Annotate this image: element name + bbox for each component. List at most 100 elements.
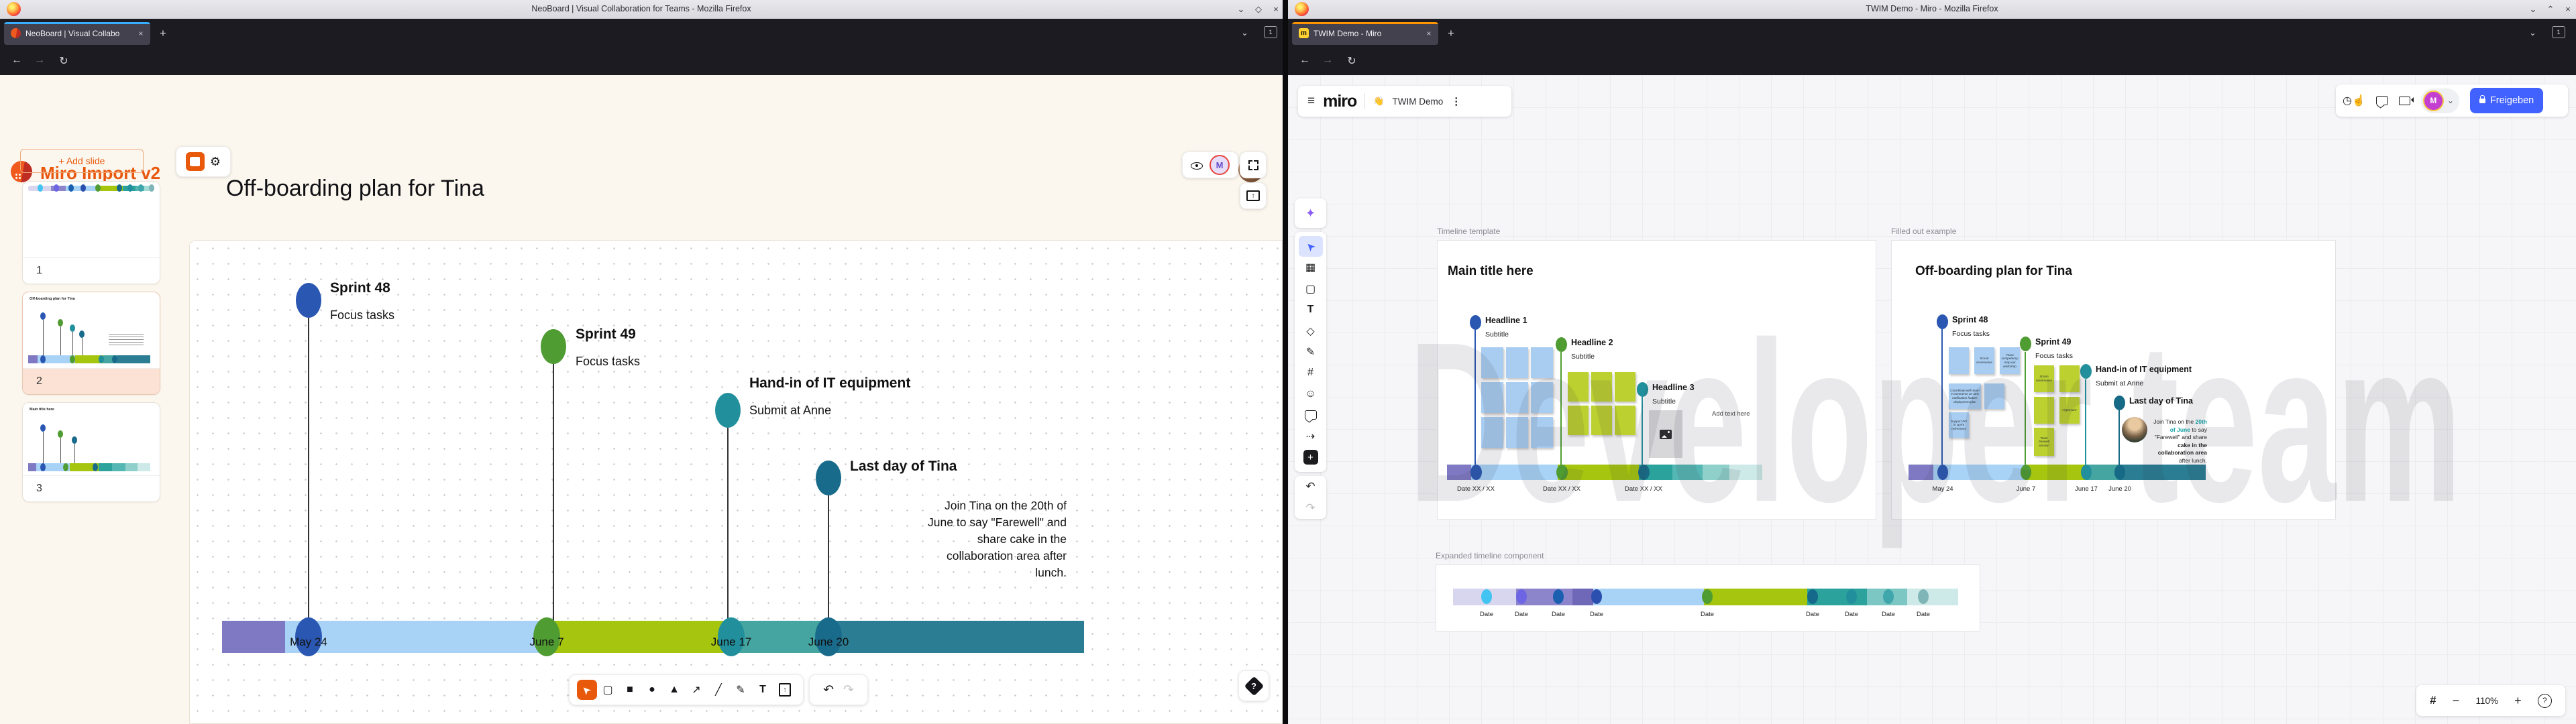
titlebar[interactable]: TWIM Demo - Miro - Mozilla Firefox ⌄ ⌃ × <box>1288 0 2576 19</box>
list-tabs-icon[interactable]: ⌄ <box>2529 27 2536 38</box>
headline[interactable]: Headline 3 <box>1652 383 1695 392</box>
sticky-note[interactable] <box>1615 372 1635 402</box>
close-button[interactable]: × <box>1269 3 1283 16</box>
select-tool[interactable]: ➤ <box>1299 236 1323 257</box>
help-icon[interactable]: ? <box>2538 694 2552 708</box>
headline[interactable]: Headline 1 <box>1485 316 1527 325</box>
pen-tool[interactable]: ✎ <box>1295 341 1326 362</box>
event-title[interactable]: Sprint 49 <box>576 326 636 343</box>
sticky-note[interactable] <box>1531 347 1553 378</box>
sticky-note[interactable] <box>2059 365 2080 392</box>
event-note[interactable]: Join Tina on the 20th ofJune to say "Far… <box>892 497 1067 581</box>
reload-button[interactable]: ↻ <box>55 54 72 68</box>
back-button[interactable]: ← <box>8 54 25 66</box>
headline-subtitle[interactable]: Submit at Anne <box>2096 379 2143 387</box>
sticky-note[interactable] <box>1949 347 1969 374</box>
select-tool[interactable]: ➤ <box>577 680 597 700</box>
sticky-note[interactable]: Hypercare <box>2059 397 2080 424</box>
headline-subtitle[interactable]: Subtitle <box>1652 398 1676 406</box>
undo-icon[interactable]: ↶ <box>1305 480 1315 493</box>
sticky-note[interactable] <box>1531 382 1553 413</box>
new-tab-button[interactable]: + <box>160 27 166 40</box>
zoom-out-icon[interactable]: − <box>2453 694 2460 708</box>
sticky-note[interactable] <box>1531 417 1553 448</box>
minimize-button[interactable]: ⌄ <box>1234 3 1248 16</box>
tab-neoboard[interactable]: NeoBoard | Visual Collabo × <box>4 22 150 45</box>
event-subtitle[interactable]: Focus tasks <box>330 308 394 322</box>
sticky-note[interactable] <box>1481 347 1503 378</box>
sticky-note[interactable]: Support PO in sprint refinement <box>1949 412 1969 438</box>
import-tool[interactable]: ↑ <box>774 683 796 697</box>
event-title[interactable]: Hand-in of IT equipment <box>749 375 910 391</box>
slide-thumbnail-1[interactable]: 1 <box>22 181 160 284</box>
event-dot[interactable] <box>1556 337 1567 352</box>
arrow-tool[interactable]: ↗ <box>686 683 708 697</box>
person-photo[interactable] <box>2122 417 2147 442</box>
fullscreen-button[interactable] <box>1240 152 1267 178</box>
eye-icon[interactable] <box>1191 160 1203 170</box>
avatar-menu[interactable]: M ⌄ <box>2421 88 2459 113</box>
timeline-bar[interactable]: Date XX / XX Date XX / XX Date XX / XX <box>1447 465 1762 480</box>
image-placeholder[interactable] <box>1649 410 1682 458</box>
sticky-note[interactable]: Coordinate with team e-commerce on new n… <box>1949 383 1981 409</box>
headline[interactable]: Sprint 49 <box>2035 337 2072 347</box>
tab-miro[interactable]: m TWIM Demo - Miro × <box>1292 22 1438 45</box>
maximize-button[interactable]: ◇ <box>1252 3 1265 16</box>
stamp-tool[interactable]: ☺ <box>1295 383 1326 404</box>
present-button[interactable]: ↑ <box>1240 182 1267 209</box>
board-title[interactable]: Off-boarding plan for Tina <box>226 176 484 202</box>
redo-icon[interactable]: ↷ <box>1305 501 1315 515</box>
connector-tool[interactable]: ⇢ <box>1295 426 1326 446</box>
viewer-avatar[interactable]: M <box>1210 155 1230 175</box>
templates-tool[interactable]: ▦ <box>1295 257 1326 278</box>
shapes-tool[interactable]: ◇ <box>1295 320 1326 341</box>
event-dot[interactable] <box>1937 314 1948 329</box>
frame-title[interactable]: Main title here <box>1448 264 1534 279</box>
window-switcher-icon[interactable]: 1 <box>1264 26 1277 38</box>
sticky-note[interactable]: Team farewell session <box>2034 428 2054 456</box>
miro-logo[interactable]: miro <box>1323 92 1356 111</box>
frame-tool[interactable]: # <box>1295 363 1326 383</box>
minimize-button[interactable]: ⌄ <box>2526 3 2540 16</box>
sticky-note[interactable]: Scrum ceremonies <box>1974 347 1994 374</box>
titlebar[interactable]: NeoBoard | Visual Collaboration for Team… <box>0 0 1283 19</box>
event-title[interactable]: Sprint 48 <box>330 280 390 296</box>
sticky-note[interactable]: Scrum ceremonies <box>2034 365 2054 392</box>
comments-icon[interactable] <box>2376 96 2388 105</box>
sticky-note[interactable] <box>1591 372 1612 402</box>
sticky-note[interactable] <box>1615 406 1635 435</box>
video-chat-icon[interactable] <box>2399 97 2410 105</box>
timer-reactions-icon[interactable]: ◷☝ <box>2343 94 2365 107</box>
rect-tool[interactable]: ■ <box>619 684 641 696</box>
ellipse-tool[interactable]: ● <box>641 684 663 696</box>
board-name[interactable]: TWIM Demo <box>1392 97 1443 107</box>
event-subtitle[interactable]: Focus tasks <box>576 355 640 369</box>
event-dot[interactable] <box>2020 337 2031 351</box>
event-dot-sprint48[interactable] <box>296 283 321 318</box>
slide-thumbnail-2[interactable]: Off-boarding plan for Tina 2 <box>22 292 160 395</box>
more-tools-button[interactable]: + <box>1295 447 1326 468</box>
miro-canvas[interactable]: Developer team Timeline template Main ti… <box>1288 75 2576 724</box>
user-avatar[interactable]: M <box>2423 90 2444 111</box>
headline-subtitle[interactable]: Focus tasks <box>1952 330 1990 338</box>
sticky-note[interactable] <box>1506 382 1528 413</box>
pen-tool[interactable]: ✎ <box>730 683 752 697</box>
headline[interactable]: Sprint 48 <box>1952 315 1988 324</box>
sticky-note[interactable] <box>1506 417 1528 448</box>
help-button[interactable]: ? <box>1238 670 1269 701</box>
reload-button[interactable]: ↻ <box>1343 54 1360 68</box>
text-tool[interactable]: T <box>752 684 774 696</box>
sticky-note[interactable] <box>1591 406 1612 435</box>
zoom-level[interactable]: 110% <box>2475 696 2498 706</box>
redo-icon[interactable]: ↷ <box>843 682 854 698</box>
share-button[interactable]: Freigeben <box>2470 88 2543 113</box>
sticky-note[interactable] <box>2034 397 2054 424</box>
add-text-placeholder[interactable]: Add text here <box>1712 410 1750 418</box>
text-tool[interactable]: T <box>1295 299 1326 320</box>
sticky-note[interactable] <box>1568 406 1589 435</box>
sticky-note[interactable] <box>1568 372 1589 402</box>
new-tab-button[interactable]: + <box>1448 27 1454 40</box>
slide-panel-toggle-icon[interactable] <box>186 152 205 171</box>
close-button[interactable]: × <box>2561 3 2575 16</box>
headline-subtitle[interactable]: Subtitle <box>1571 353 1595 361</box>
